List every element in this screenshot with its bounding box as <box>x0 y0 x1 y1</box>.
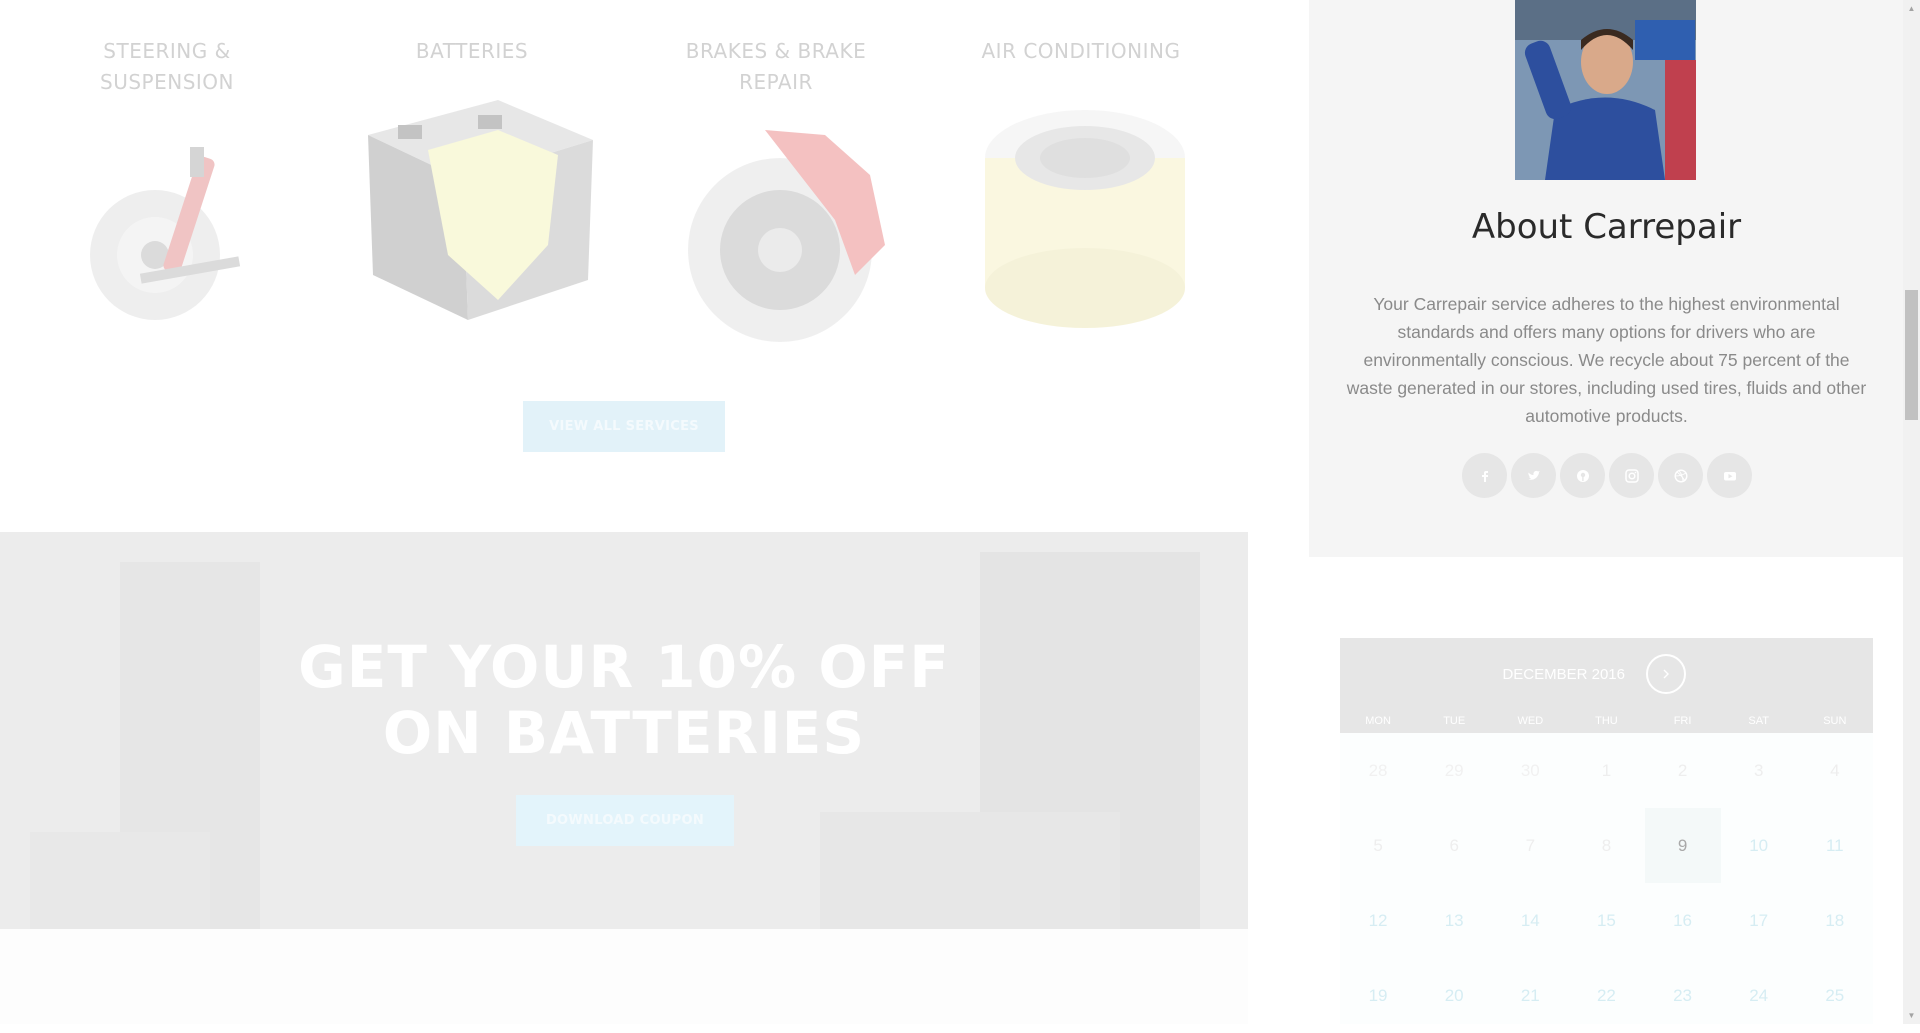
calendar-day[interactable]: 13 <box>1416 883 1492 958</box>
calendar-day[interactable]: 14 <box>1492 883 1568 958</box>
calendar-day[interactable]: 25 <box>1797 958 1873 1033</box>
about-description: Your Carrepair service adheres to the hi… <box>1346 294 1867 426</box>
twitter-icon[interactable] <box>1511 453 1556 498</box>
page-scrollbar[interactable]: ▲ ▼ <box>1903 0 1920 1024</box>
calendar-day[interactable]: 12 <box>1340 883 1416 958</box>
promo-headline-line1: GET YOUR 10% OFF <box>298 633 950 701</box>
air-filter-icon <box>985 110 1185 328</box>
calendar-day[interactable]: 7 <box>1492 808 1568 883</box>
mechanic-photo <box>1515 0 1696 180</box>
calendar-day[interactable]: 6 <box>1416 808 1492 883</box>
calendar-day[interactable]: 10 <box>1721 808 1797 883</box>
about-title: About Carrepair <box>1471 207 1742 247</box>
scroll-up-icon[interactable]: ▲ <box>1903 0 1920 17</box>
download-coupon-button[interactable]: DOWNLOAD COUPON <box>516 795 734 846</box>
calendar-next-button[interactable] <box>1646 654 1686 694</box>
instagram-icon[interactable] <box>1609 453 1654 498</box>
calendar-week: 12 13 14 15 16 17 18 <box>1340 883 1873 958</box>
pinterest-icon[interactable] <box>1560 453 1605 498</box>
calendar-day[interactable]: 23 <box>1645 958 1721 1033</box>
service-title-brakes[interactable]: BRAKES & BRAKE REPAIR <box>646 36 906 98</box>
weekday-label: WED <box>1517 715 1544 727</box>
weekday-label: FRI <box>1673 715 1692 727</box>
calendar-day[interactable]: 16 <box>1645 883 1721 958</box>
calendar-day[interactable]: 28 <box>1340 733 1416 808</box>
calendar-day[interactable]: 1 <box>1568 733 1644 808</box>
battery-icon <box>368 100 593 320</box>
promo-banner: GET YOUR 10% OFF ON BATTERIES DOWNLOAD C… <box>0 532 1248 929</box>
calendar-day[interactable]: 19 <box>1340 958 1416 1033</box>
weekday-label: MON <box>1365 715 1391 727</box>
next-section-strip <box>0 929 1248 1024</box>
calendar-day[interactable]: 29 <box>1416 733 1492 808</box>
calendar-week: 5 6 7 8 9 10 11 <box>1340 808 1873 883</box>
chevron-right-icon <box>1663 669 1669 679</box>
service-title-batteries[interactable]: BATTERIES <box>342 36 602 67</box>
weekday-label: THU <box>1595 715 1618 727</box>
calendar-day[interactable]: 8 <box>1568 808 1644 883</box>
calendar-day[interactable]: 24 <box>1721 958 1797 1033</box>
service-title-steering[interactable]: STEERING & SUSPENSION <box>37 36 297 98</box>
calendar-week: 28 29 30 1 2 3 4 <box>1340 733 1873 808</box>
youtube-icon[interactable] <box>1707 453 1752 498</box>
calendar-day[interactable]: 18 <box>1797 883 1873 958</box>
calendar-day-today[interactable]: 9 <box>1644 808 1721 883</box>
brake-icon <box>688 130 885 342</box>
calendar-day[interactable]: 30 <box>1492 733 1568 808</box>
calendar-day[interactable]: 17 <box>1721 883 1797 958</box>
social-links <box>1462 453 1752 498</box>
calendar-day[interactable]: 11 <box>1797 808 1873 883</box>
weekday-label: SUN <box>1823 715 1847 727</box>
calendar-day[interactable]: 15 <box>1568 883 1644 958</box>
promo-headline-line2: ON BATTERIES <box>382 699 866 767</box>
calendar-header: DECEMBER 2016 MON TUE WED THU FRI SAT SU… <box>1340 638 1873 733</box>
main-content: STEERING & SUSPENSION BATTERIES BRAKES &… <box>0 0 1248 1024</box>
calendar-day[interactable]: 20 <box>1416 958 1492 1033</box>
calendar-weekday-row: MON TUE WED THU FRI SAT SUN <box>1340 715 1873 727</box>
dribbble-icon[interactable] <box>1658 453 1703 498</box>
suspension-icon <box>90 147 241 320</box>
calendar-grid: 28 29 30 1 2 3 4 5 6 7 8 9 10 11 12 13 1… <box>1340 733 1873 1024</box>
calendar-day[interactable]: 2 <box>1645 733 1721 808</box>
service-title-air-conditioning[interactable]: AIR CONDITIONING <box>951 36 1211 67</box>
weekday-label: SAT <box>1748 715 1769 727</box>
calendar-week: 19 20 21 22 23 24 25 <box>1340 958 1873 1033</box>
weekday-label: TUE <box>1443 715 1466 727</box>
view-all-services-button[interactable]: VIEW ALL SERVICES <box>523 401 725 452</box>
calendar-day[interactable]: 22 <box>1568 958 1644 1033</box>
calendar-month-label: DECEMBER 2016 <box>1502 666 1625 683</box>
calendar-day[interactable]: 21 <box>1492 958 1568 1033</box>
facebook-icon[interactable] <box>1462 453 1507 498</box>
calendar-day[interactable]: 4 <box>1797 733 1873 808</box>
calendar-day[interactable]: 5 <box>1340 808 1416 883</box>
calendar-day[interactable]: 3 <box>1721 733 1797 808</box>
scrollbar-thumb[interactable] <box>1905 290 1918 420</box>
scroll-down-icon[interactable]: ▼ <box>1903 1007 1920 1024</box>
about-widget: About Carrepair Your Carrepair service a… <box>1309 0 1904 557</box>
